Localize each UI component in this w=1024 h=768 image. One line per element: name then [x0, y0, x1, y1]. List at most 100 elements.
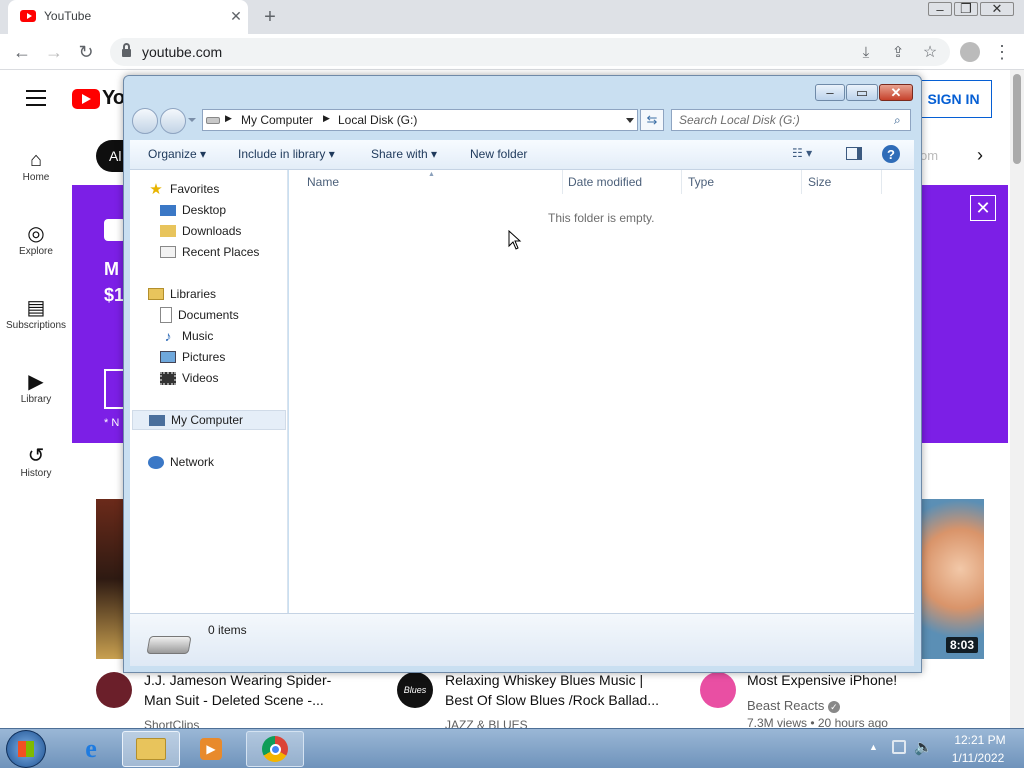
folder-icon — [136, 738, 166, 760]
back-button[interactable] — [132, 108, 158, 134]
taskbar-internet-explorer[interactable]: e — [62, 731, 120, 767]
pictures-icon — [160, 351, 176, 363]
forward-button[interactable] — [160, 108, 186, 134]
search-placeholder: Search Local Disk (G:) — [679, 113, 800, 127]
chevron-right-icon[interactable]: ▶ — [225, 113, 232, 124]
nav-my-computer[interactable]: My Computer — [132, 410, 286, 430]
minimize-button[interactable]: – — [928, 2, 952, 17]
video-title-2[interactable]: Relaxing Whiskey Blues Music | Best Of Sl… — [445, 670, 695, 710]
documents-icon — [160, 307, 172, 323]
explorer-search-input[interactable]: Search Local Disk (G:) ⌕ — [671, 109, 911, 131]
history-icon: ↺ — [27, 445, 45, 467]
browser-tab[interactable]: YouTube ✕ — [8, 0, 248, 34]
youtube-logo-text: Yo — [102, 87, 125, 109]
preview-pane-icon[interactable] — [846, 147, 862, 160]
url-text: youtube.com — [142, 44, 223, 60]
new-folder-button[interactable]: New folder — [470, 147, 527, 161]
nav-subscriptions[interactable]: ▤ Subscriptions — [0, 296, 72, 331]
refresh-icon[interactable]: ⇆ — [640, 109, 664, 131]
explorer-maximize-button[interactable]: ▭ — [846, 84, 878, 101]
explorer-minimize-button[interactable]: – — [815, 84, 845, 101]
recent-pages-dropdown-icon[interactable] — [188, 118, 196, 122]
nav-pictures[interactable]: Pictures — [160, 347, 225, 367]
item-count: 0 items — [208, 623, 247, 637]
nav-documents[interactable]: Documents — [160, 305, 239, 325]
nav-recent-places[interactable]: Recent Places — [160, 242, 259, 262]
nav-favorites[interactable]: ★ Favorites — [148, 179, 219, 199]
video-channel-3[interactable]: Beast Reacts ✓ — [747, 698, 840, 713]
video-title-1[interactable]: J.J. Jameson Wearing Spider- Man Suit - D… — [144, 670, 384, 710]
hamburger-icon[interactable] — [26, 90, 46, 106]
nav-explore[interactable]: ◎ Explore — [0, 222, 72, 257]
profile-icon[interactable] — [960, 42, 980, 62]
banner-close-icon[interactable]: ✕ — [970, 195, 996, 221]
organize-button[interactable]: Organize ▾ — [148, 147, 206, 161]
clock-date[interactable]: 1/11/2022 — [946, 751, 1010, 765]
drive-icon — [146, 636, 192, 654]
nav-libraries[interactable]: Libraries — [148, 284, 216, 304]
maximize-button[interactable]: ❐ — [954, 1, 978, 16]
forward-icon[interactable]: → — [42, 40, 66, 64]
internet-explorer-icon: e — [85, 734, 97, 763]
video-thumbnail-3[interactable]: 8:03 — [920, 499, 984, 659]
show-hidden-icons[interactable]: ▲ — [869, 742, 878, 752]
channel-avatar-2[interactable]: Blues — [397, 672, 433, 708]
explorer-address-bar[interactable]: ▶ My Computer ▶ Local Disk (G:) — [202, 109, 638, 131]
network-icon — [148, 455, 164, 469]
sign-in-button[interactable]: SIGN IN — [916, 80, 992, 118]
help-icon[interactable]: ? — [882, 145, 900, 163]
nav-network[interactable]: Network — [148, 452, 214, 472]
star-icon: ★ — [149, 181, 163, 198]
clock-time[interactable]: 12:21 PM — [950, 733, 1010, 747]
column-date-modified[interactable]: Date modified — [562, 170, 682, 194]
address-bar[interactable]: youtube.com — [110, 38, 950, 66]
share-with-button[interactable]: Share with ▾ — [371, 147, 437, 161]
nav-downloads[interactable]: Downloads — [160, 221, 241, 241]
video-thumbnail-1[interactable] — [96, 499, 126, 659]
recent-places-icon — [160, 246, 176, 258]
view-options-icon[interactable]: ☷ ▾ — [792, 146, 812, 160]
close-window-button[interactable]: ✕ — [980, 1, 1014, 16]
drive-icon — [206, 117, 220, 124]
breadcrumb-my-computer[interactable]: My Computer — [241, 113, 313, 127]
chevron-right-icon[interactable]: ▶ — [323, 113, 330, 124]
taskbar-media-player[interactable]: ▶ — [182, 731, 240, 767]
channel-avatar-3[interactable] — [700, 672, 736, 708]
chevron-right-icon[interactable]: › — [968, 143, 992, 167]
video-title-3[interactable]: Most Expensive iPhone! — [747, 670, 997, 690]
nav-home[interactable]: ⌂ Home — [0, 148, 72, 183]
network-tray-icon[interactable] — [892, 740, 906, 754]
menu-dots-icon[interactable]: ⋮ — [990, 40, 1014, 64]
star-icon[interactable]: ☆ — [918, 40, 942, 64]
navigation-pane: ★ Favorites Desktop Downloads Recent Plac… — [130, 170, 288, 613]
address-dropdown-icon[interactable] — [626, 118, 634, 123]
breadcrumb-local-disk[interactable]: Local Disk (G:) — [338, 113, 417, 127]
include-in-library-button[interactable]: Include in library ▾ — [238, 147, 335, 161]
volume-icon[interactable]: 🔈 — [914, 738, 933, 756]
details-pane: 0 items — [130, 613, 914, 666]
libraries-icon — [148, 288, 164, 300]
chip-partial-right[interactable]: om — [920, 148, 938, 163]
nav-library[interactable]: ▶ Library — [0, 370, 72, 405]
share-icon[interactable]: ⇪ — [886, 40, 910, 64]
install-icon[interactable]: ⤓ — [854, 40, 878, 64]
search-icon[interactable]: ⌕ — [894, 113, 901, 128]
back-icon[interactable]: ← — [10, 40, 34, 64]
nav-history[interactable]: ↺ History — [0, 444, 72, 479]
explorer-close-button[interactable]: ✕ — [879, 84, 913, 101]
nav-videos[interactable]: Videos — [160, 368, 218, 388]
column-type[interactable]: Type — [682, 170, 802, 194]
chrome-icon — [262, 736, 288, 762]
channel-avatar-1[interactable] — [96, 672, 132, 708]
close-icon[interactable]: ✕ — [228, 8, 244, 24]
nav-desktop[interactable]: Desktop — [160, 200, 226, 220]
taskbar-explorer[interactable] — [122, 731, 180, 767]
windows-logo-icon — [18, 741, 34, 757]
column-size[interactable]: Size — [802, 170, 882, 194]
scrollbar[interactable] — [1010, 70, 1024, 728]
reload-icon[interactable]: ↻ — [74, 40, 98, 64]
taskbar-chrome[interactable] — [246, 731, 304, 767]
plus-icon[interactable]: + — [258, 5, 282, 29]
downloads-icon — [160, 225, 176, 237]
nav-music[interactable]: ♪ Music — [160, 326, 214, 346]
